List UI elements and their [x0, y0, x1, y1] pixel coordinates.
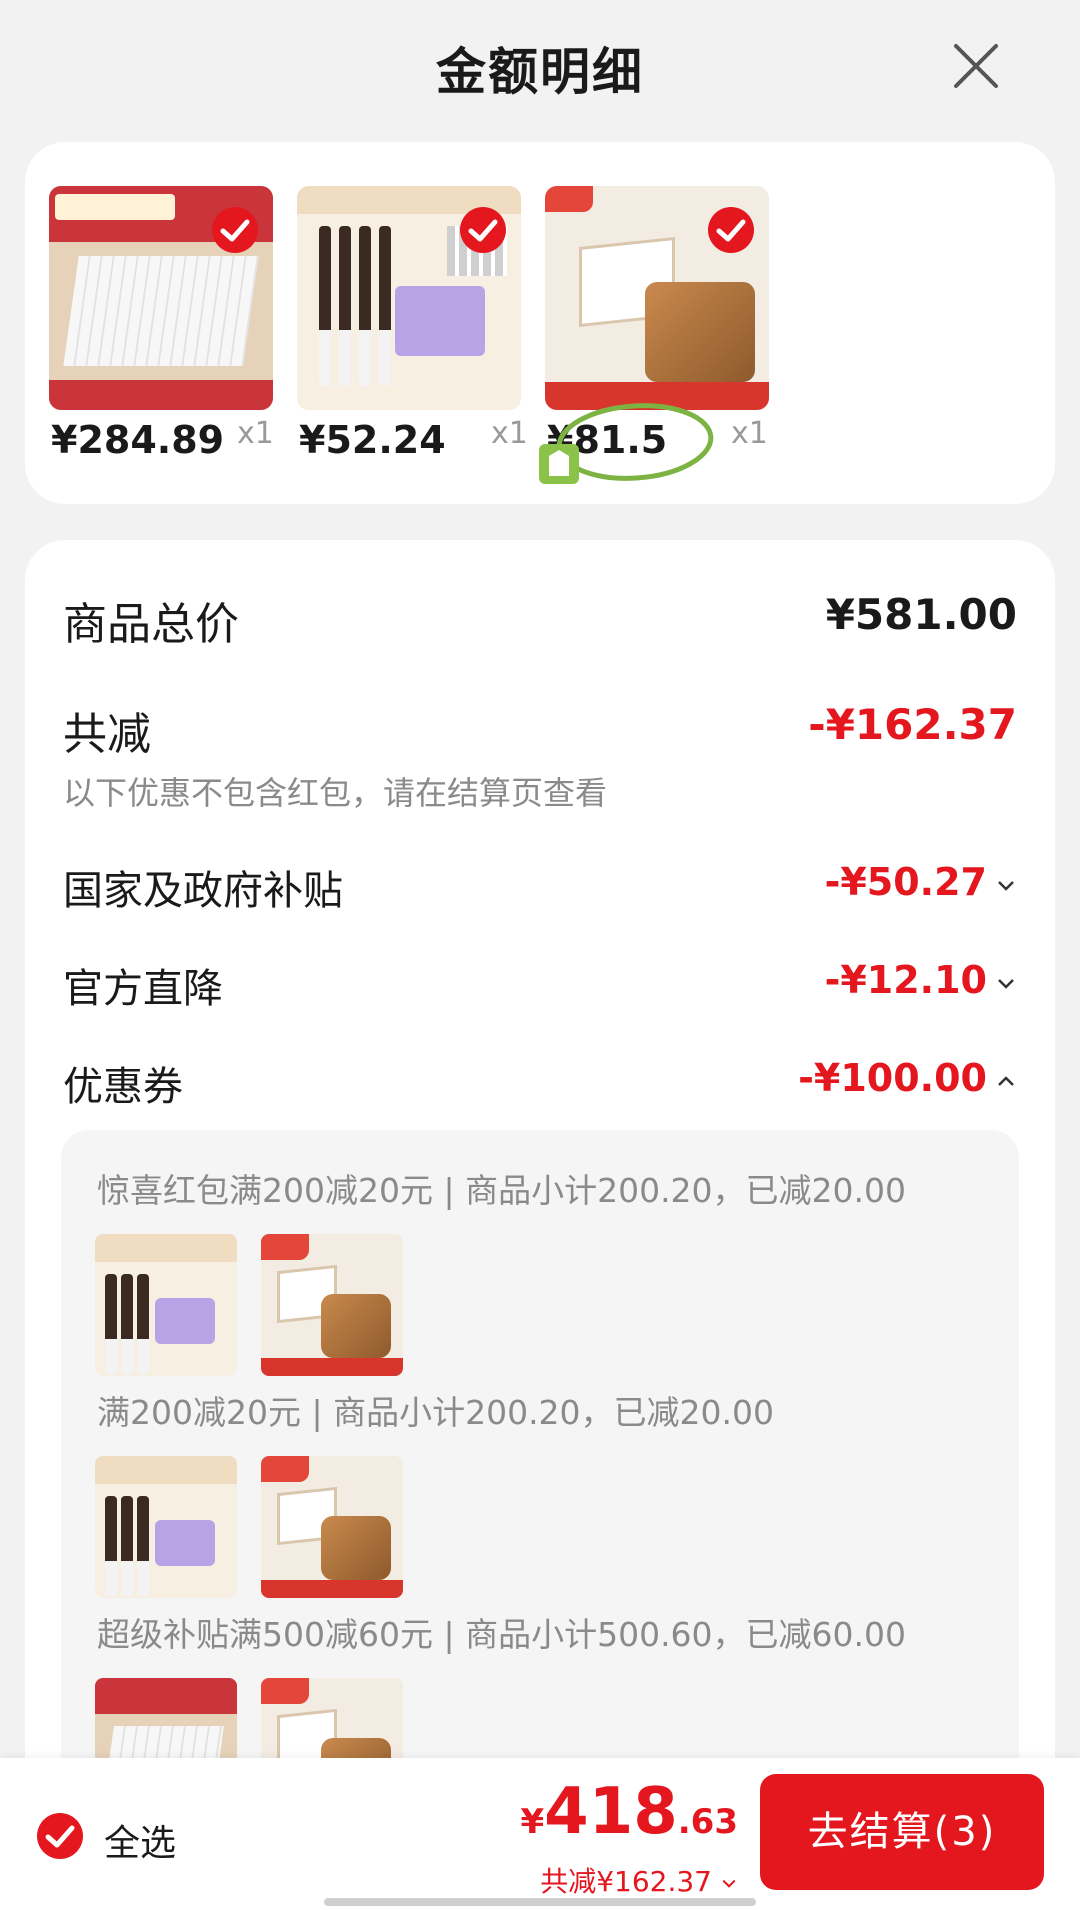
select-all-label: 全选 — [104, 1823, 177, 1864]
product-quantity: x1 — [237, 416, 274, 451]
product-item[interactable]: ¥52.24 x1 — [273, 186, 528, 476]
product-quantity: x1 — [731, 416, 768, 451]
official-discount-toggle[interactable]: -¥12.10 — [825, 958, 1017, 1002]
subtotal-value: ¥581.00 — [825, 590, 1017, 639]
price-detail-sheet: 金额明细 ¥284.89 x1 ¥52.24 x1 ¥81.5 x1 商品总价 … — [0, 0, 1080, 1910]
saved-amount-text: 共减¥162.37 — [540, 1865, 712, 1898]
product-strip: ¥284.89 x1 ¥52.24 x1 ¥81.5 x1 — [25, 142, 1055, 504]
chevron-down-icon — [998, 880, 1014, 891]
total-integer: 418 — [544, 1775, 678, 1849]
discount-value: -¥162.37 — [808, 700, 1017, 749]
subsidy-value: -¥50.27 — [824, 860, 987, 904]
checked-circle-icon — [37, 1813, 83, 1859]
sheet-title: 金额明细 — [436, 43, 644, 101]
chevron-down-icon — [998, 978, 1014, 989]
coupon-thumb-book-stand — [261, 1234, 403, 1376]
coupon-value: -¥100.00 — [798, 1056, 987, 1100]
coupon-label: 优惠券 — [63, 1064, 183, 1110]
handwritten-circle-annotation — [539, 403, 714, 484]
coupon-thumb-book-stand — [261, 1456, 403, 1598]
subsidy-label: 国家及政府补贴 — [63, 868, 343, 914]
product-item[interactable]: ¥284.89 x1 — [25, 186, 275, 476]
product-price: ¥52.24 — [299, 418, 446, 462]
selected-check-icon[interactable] — [707, 206, 755, 254]
checkout-bar: 全选 ¥418.63 共减¥162.37 去结算(3) — [0, 1758, 1080, 1910]
official-discount-label: 官方直降 — [63, 966, 223, 1012]
close-icon — [954, 44, 998, 88]
total-price: ¥418.63 共减¥162.37 — [520, 1775, 739, 1898]
close-button[interactable] — [950, 40, 1002, 92]
subsidy-row-toggle[interactable]: -¥50.27 — [825, 860, 1017, 904]
chevron-down-icon — [722, 1879, 736, 1888]
saved-amount-toggle[interactable]: 共减¥162.37 — [540, 1860, 738, 1900]
coupon-toggle[interactable]: -¥100.00 — [798, 1056, 1017, 1100]
checkout-button[interactable]: 去结算(3) — [760, 1774, 1044, 1890]
coupon-thumb-brush-set — [95, 1456, 237, 1598]
subtotal-label: 商品总价 — [63, 599, 239, 650]
discount-label: 共减 — [63, 709, 151, 760]
home-indicator — [324, 1898, 756, 1906]
coupon-description: 惊喜红包满200减20元 | 商品小计200.20，已减20.00 — [97, 1171, 907, 1210]
coupon-thumb-brush-set — [95, 1234, 237, 1376]
price-breakdown: 商品总价 ¥581.00 共减 -¥162.37 以下优惠不包含红包，请在结算页… — [25, 540, 1055, 1910]
discount-note: 以下优惠不包含红包，请在结算页查看 — [63, 774, 608, 812]
coupon-description: 满200减20元 | 商品小计200.20，已减20.00 — [97, 1393, 775, 1432]
chevron-up-icon — [998, 1075, 1014, 1086]
total-decimal: .63 — [677, 1802, 738, 1842]
product-price: ¥284.89 — [51, 418, 225, 462]
selected-check-icon[interactable] — [459, 206, 507, 254]
selected-check-icon[interactable] — [211, 206, 259, 254]
coupon-description: 超级补贴满500减60元 | 商品小计500.60，已减60.00 — [97, 1615, 907, 1654]
official-discount-value: -¥12.10 — [824, 958, 987, 1002]
currency-symbol: ¥ — [520, 1802, 545, 1842]
sheet-header: 金额明细 — [0, 0, 1080, 130]
